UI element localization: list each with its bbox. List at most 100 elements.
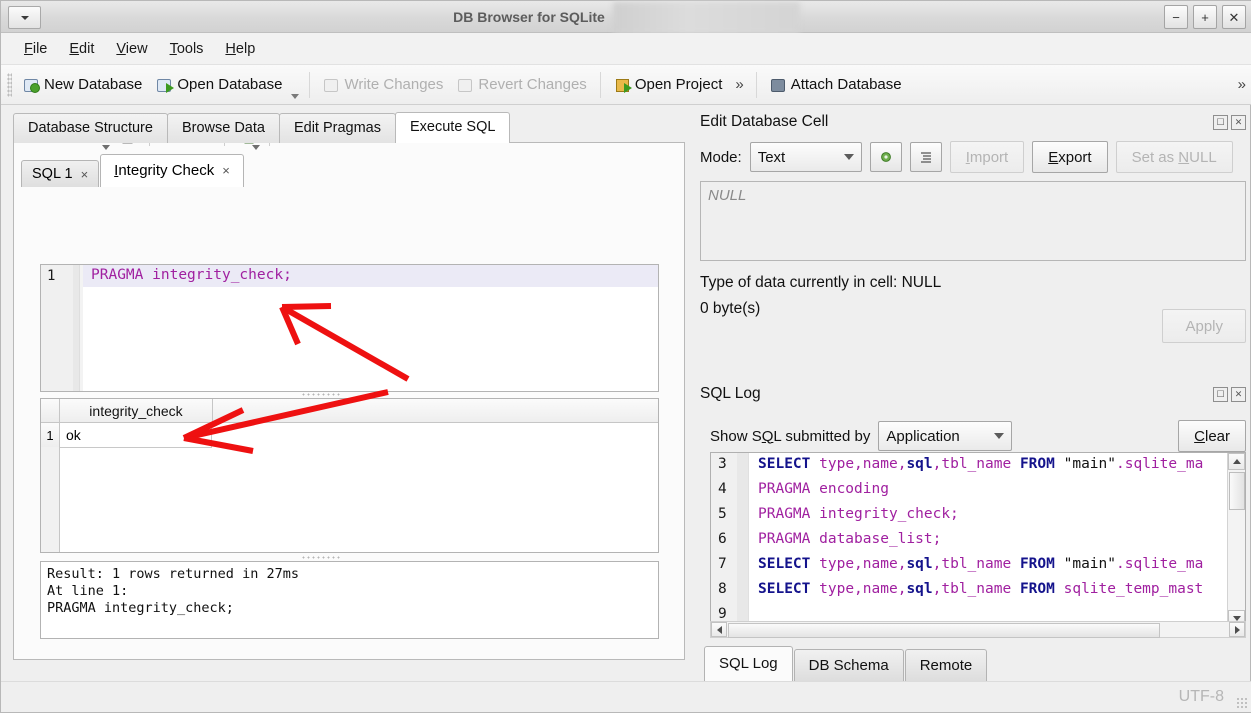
list-item[interactable]: 5 PRAGMA integrity_check; bbox=[711, 504, 1228, 529]
write-changes-button[interactable]: Write Changes bbox=[316, 73, 450, 96]
sql-log-horizontal-scrollbar[interactable] bbox=[710, 621, 1246, 638]
sql-log-line-number: 4 bbox=[718, 481, 727, 497]
apply-data-button[interactable] bbox=[869, 142, 902, 172]
results-grid-corner[interactable] bbox=[41, 399, 60, 422]
code-token-pragma: PRAGMA bbox=[91, 267, 144, 283]
title-bar: DB Browser for SQLite xxxxxxxxxxxxxxxxxxx… bbox=[1, 1, 1251, 34]
editor-tab-sql-1-close-icon[interactable]: × bbox=[81, 167, 89, 182]
mode-select[interactable]: Text bbox=[749, 142, 862, 172]
sql-log-filter-select[interactable]: Application bbox=[878, 421, 1013, 451]
results-grid[interactable]: integrity_check 1 ok bbox=[40, 398, 659, 553]
toolbar-grip[interactable] bbox=[7, 72, 12, 97]
main-toolbar: New Database Open Database Write Changes… bbox=[1, 65, 1251, 105]
sql-log-list[interactable]: 3 SELECT type,name,sql,tbl_name FROM "ma… bbox=[710, 452, 1246, 628]
window-controls: − + ✕ bbox=[1164, 5, 1246, 29]
scroll-up-icon[interactable] bbox=[1228, 453, 1245, 470]
results-grid-empty-gutter bbox=[41, 447, 60, 552]
write-changes-label: Write Changes bbox=[344, 76, 444, 93]
dock-tab-sql-log[interactable]: SQL Log bbox=[704, 646, 793, 681]
sql-log-line-number: 9 bbox=[718, 606, 727, 622]
list-item[interactable]: 6 PRAGMA database_list; bbox=[711, 529, 1228, 554]
export-label: xport bbox=[1058, 148, 1092, 166]
indent-lines-icon bbox=[920, 152, 931, 163]
editor-line-number: 1 bbox=[47, 268, 56, 284]
list-item[interactable]: 8 SELECT type,name,sql,tbl_name FROM sql… bbox=[711, 579, 1228, 604]
scroll-thumb-horizontal[interactable] bbox=[728, 623, 1160, 638]
menu-bar: File Edit View Tools Help bbox=[1, 33, 1251, 65]
open-database-button[interactable]: Open Database bbox=[149, 73, 289, 96]
chevron-down-icon bbox=[994, 433, 1005, 439]
sql-log-close-icon[interactable]: ✕ bbox=[1231, 386, 1246, 402]
results-grid-column-header[interactable]: integrity_check bbox=[60, 399, 213, 422]
tab-database-structure[interactable]: Database Structure bbox=[13, 113, 168, 143]
edit-cell-mode-row: Mode: Text Import Export Set as NULL bbox=[700, 141, 1246, 173]
close-dock-icon[interactable]: ✕ bbox=[1231, 114, 1246, 130]
menu-help[interactable]: Help bbox=[214, 38, 266, 60]
list-item[interactable]: 7 SELECT type,name,sql,tbl_name FROM "ma… bbox=[711, 554, 1228, 579]
results-grid-row-number[interactable]: 1 bbox=[41, 423, 60, 448]
results-grid-cell[interactable]: ok bbox=[60, 423, 212, 448]
list-item[interactable]: 4 PRAGMA encoding bbox=[711, 479, 1228, 504]
list-item[interactable]: 3 SELECT type,name,sql,tbl_name FROM "ma… bbox=[711, 454, 1228, 479]
results-grid-header-row: integrity_check bbox=[41, 399, 658, 423]
apply-button[interactable]: Apply bbox=[1162, 309, 1246, 343]
scroll-left-icon[interactable] bbox=[711, 622, 727, 637]
menu-view[interactable]: View bbox=[105, 38, 158, 60]
editor-results-splitter[interactable] bbox=[301, 392, 341, 397]
editor-gutter: 1 bbox=[41, 265, 83, 391]
sql-log-line-text: SELECT type,name,sql,tbl_name FROM "main… bbox=[758, 556, 1204, 572]
editor-tab-sql-1[interactable]: SQL 1 × bbox=[21, 160, 100, 187]
editor-tab-integrity-check-close-icon[interactable]: × bbox=[222, 163, 230, 178]
window-title: DB Browser for SQLite xxxxxxxxxxxxxxxxxxx… bbox=[1, 1, 1251, 34]
dock-tab-remote[interactable]: Remote bbox=[904, 649, 988, 681]
resize-grip[interactable] bbox=[1236, 697, 1248, 709]
results-message-splitter[interactable] bbox=[301, 555, 341, 560]
show-sql-label: Show SQL submitted by bbox=[710, 427, 871, 445]
sql-code-editor[interactable]: 1 PRAGMA integrity_check; bbox=[40, 264, 659, 392]
toolbar-separator-3 bbox=[755, 71, 757, 98]
results-grid-header-filler bbox=[213, 399, 658, 422]
scroll-thumb[interactable] bbox=[1229, 472, 1245, 510]
mode-select-value: Text bbox=[757, 148, 786, 166]
scroll-right-icon[interactable] bbox=[1229, 622, 1245, 637]
save-results-dropdown-icon[interactable] bbox=[252, 145, 260, 150]
menu-file[interactable]: File bbox=[13, 38, 58, 60]
save-sql-dropdown-icon[interactable] bbox=[102, 145, 110, 150]
maximize-button[interactable]: + bbox=[1193, 5, 1217, 29]
new-database-button[interactable]: New Database bbox=[16, 73, 149, 96]
tab-browse-data[interactable]: Browse Data bbox=[166, 113, 280, 143]
table-row[interactable]: 1 ok bbox=[41, 423, 658, 448]
sql-log-vertical-scrollbar[interactable] bbox=[1227, 453, 1245, 627]
toolbar-overflow-2[interactable]: » bbox=[1232, 76, 1251, 93]
open-project-button[interactable]: Open Project bbox=[607, 73, 730, 96]
import-label: mport bbox=[969, 148, 1009, 166]
float-dock-icon[interactable]: ☐ bbox=[1213, 114, 1228, 130]
sql-log-line-text: SELECT type,name,sql,tbl_name FROM sqlit… bbox=[758, 581, 1204, 597]
minimize-button[interactable]: − bbox=[1164, 5, 1188, 29]
open-database-dropdown-icon[interactable] bbox=[291, 94, 300, 99]
close-button[interactable]: ✕ bbox=[1222, 5, 1246, 29]
sql-log-filter-value: Application bbox=[886, 427, 960, 445]
revert-changes-button[interactable]: Revert Changes bbox=[450, 73, 593, 96]
clear-log-button[interactable]: Clear bbox=[1178, 420, 1246, 452]
new-database-icon bbox=[23, 77, 40, 93]
editor-fold-column[interactable] bbox=[73, 265, 83, 391]
tab-execute-sql[interactable]: Execute SQL bbox=[395, 112, 511, 143]
tab-edit-pragmas[interactable]: Edit Pragmas bbox=[278, 113, 396, 143]
menu-edit[interactable]: Edit bbox=[58, 38, 105, 60]
cell-content-editor[interactable]: NULL bbox=[700, 181, 1246, 261]
dock-tab-db-schema[interactable]: DB Schema bbox=[793, 649, 904, 681]
word-wrap-button[interactable] bbox=[909, 142, 942, 172]
export-button[interactable]: Export bbox=[1032, 141, 1108, 173]
import-button[interactable]: Import bbox=[949, 141, 1025, 173]
toolbar-overflow-1[interactable]: » bbox=[729, 76, 749, 93]
sql-log-line-text: PRAGMA integrity_check; bbox=[758, 506, 959, 522]
set-as-null-button[interactable]: Set as NULL bbox=[1115, 141, 1233, 173]
sql-log-float-icon[interactable]: ☐ bbox=[1213, 386, 1228, 402]
code-token-semicolon: ; bbox=[283, 267, 292, 283]
chevron-down-icon bbox=[843, 154, 854, 160]
menu-tools[interactable]: Tools bbox=[159, 38, 215, 60]
main-tab-bar: Database Structure Browse Data Edit Prag… bbox=[13, 112, 685, 143]
editor-tab-integrity-check[interactable]: Integrity Check × bbox=[100, 154, 244, 187]
attach-database-button[interactable]: Attach Database bbox=[763, 73, 909, 96]
